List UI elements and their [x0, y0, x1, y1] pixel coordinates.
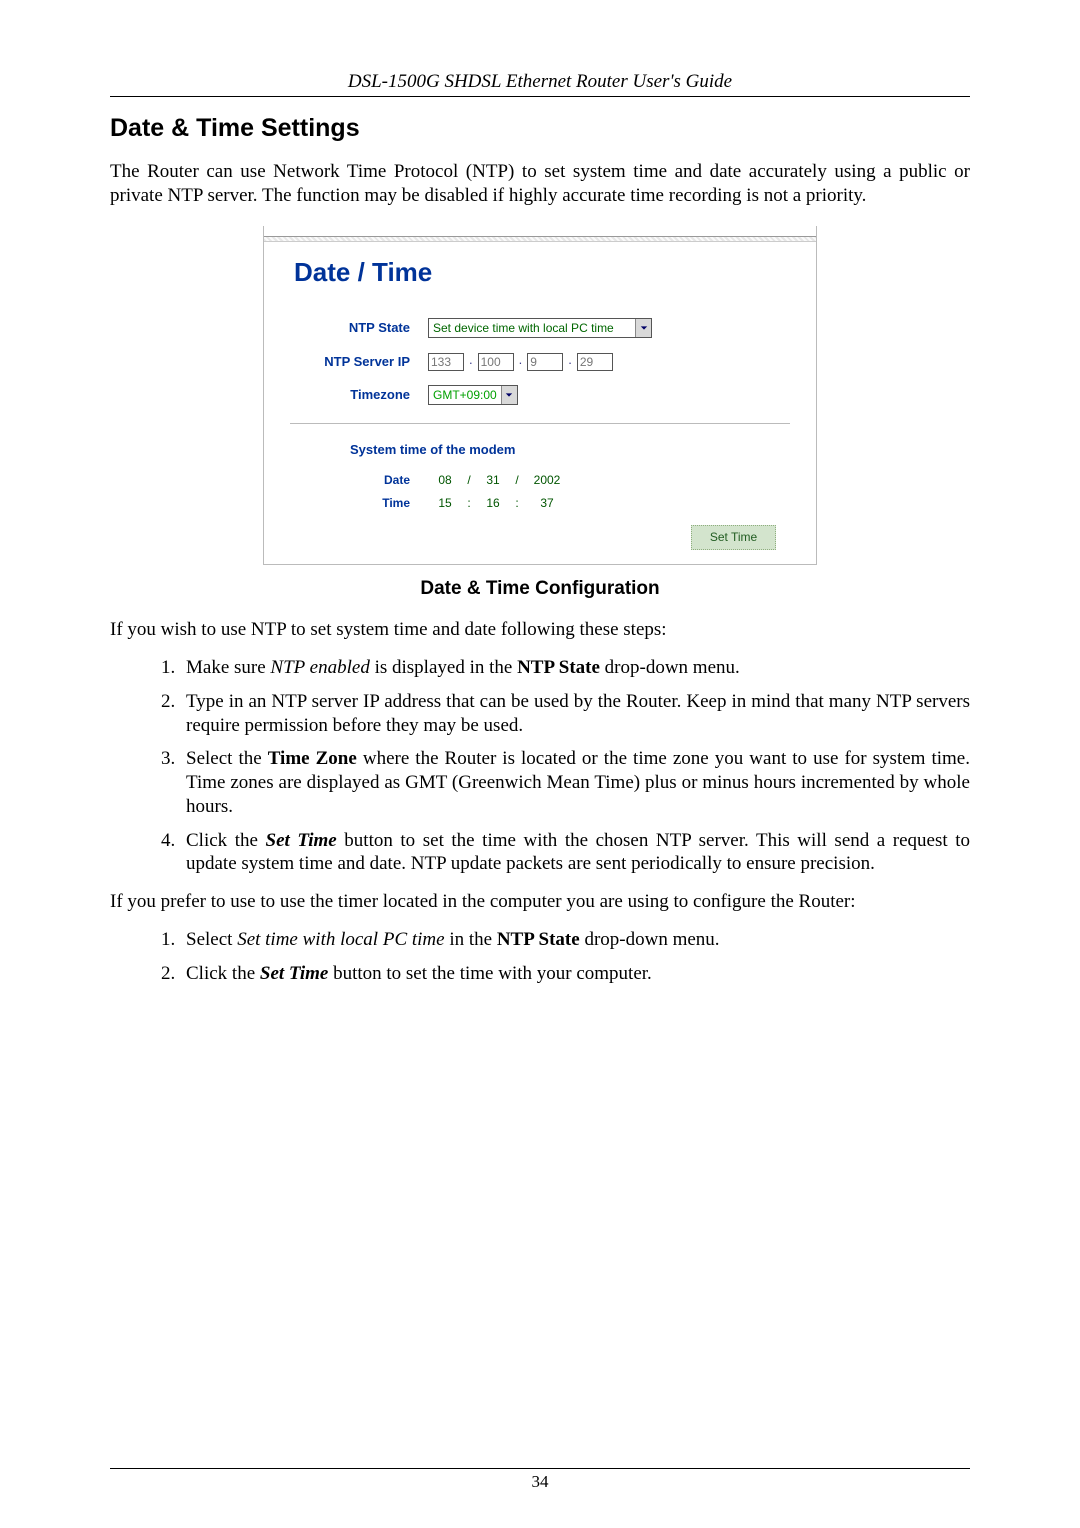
- set-time-button[interactable]: Set Time: [691, 525, 776, 550]
- ip-octet-4[interactable]: [577, 353, 613, 371]
- time-label: Time: [290, 496, 430, 511]
- chevron-down-icon: [635, 319, 651, 337]
- figure-container: Date / Time NTP State Set device time wi…: [110, 226, 970, 565]
- figure-caption: Date & Time Configuration: [110, 577, 970, 601]
- time-sec: 37: [526, 496, 568, 511]
- dot-sep: .: [567, 352, 573, 371]
- page-footer: 34: [110, 1468, 970, 1492]
- ip-octet-2[interactable]: [478, 353, 514, 371]
- system-time-row: Time 15 : 16 : 37: [290, 496, 790, 511]
- page-number: 34: [110, 1471, 970, 1492]
- ntp-steps-intro: If you wish to use NTP to set system tim…: [110, 618, 970, 642]
- chevron-down-icon: [501, 386, 517, 404]
- date-year: 2002: [526, 473, 568, 488]
- time-min: 16: [478, 496, 508, 511]
- section-title: Date & Time Settings: [110, 113, 970, 144]
- time-hour: 15: [430, 496, 460, 511]
- date-sep: /: [460, 473, 478, 488]
- timezone-select[interactable]: GMT+09:00: [428, 385, 518, 405]
- date-label: Date: [290, 473, 430, 488]
- ntp-server-ip-row: NTP Server IP . . .: [290, 352, 790, 371]
- ip-octet-1[interactable]: [428, 353, 464, 371]
- ntp-state-label: NTP State: [290, 320, 428, 336]
- timezone-selected-text: GMT+09:00: [429, 388, 501, 403]
- time-sep: :: [460, 496, 478, 511]
- time-sep: :: [508, 496, 526, 511]
- date-sep: /: [508, 473, 526, 488]
- figure-topbar: [264, 236, 816, 242]
- system-time-heading: System time of the modem: [290, 442, 790, 458]
- running-head: DSL-1500G SHDSL Ethernet Router User's G…: [110, 70, 970, 94]
- pc-steps-list: Select Set time with local PC time in th…: [110, 928, 970, 986]
- figure-separator: [290, 423, 790, 424]
- date-time-figure: Date / Time NTP State Set device time wi…: [263, 226, 817, 565]
- list-item: Make sure NTP enabled is displayed in th…: [180, 656, 970, 680]
- dot-sep: .: [468, 352, 474, 371]
- ntp-state-selected-text: Set device time with local PC time: [429, 321, 618, 336]
- list-item: Click the Set Time button to set the tim…: [180, 829, 970, 877]
- system-date-row: Date 08 / 31 / 2002: [290, 473, 790, 488]
- ntp-server-ip-label: NTP Server IP: [290, 354, 428, 370]
- pc-steps-intro: If you prefer to use to use the timer lo…: [110, 890, 970, 914]
- timezone-label: Timezone: [290, 387, 428, 403]
- ntp-steps-list: Make sure NTP enabled is displayed in th…: [110, 656, 970, 876]
- timezone-row: Timezone GMT+09:00: [290, 385, 790, 405]
- dot-sep: .: [518, 352, 524, 371]
- ip-octet-3[interactable]: [527, 353, 563, 371]
- footer-rule: [110, 1468, 970, 1469]
- date-day: 31: [478, 473, 508, 488]
- header-rule: [110, 96, 970, 97]
- date-month: 08: [430, 473, 460, 488]
- list-item: Select Set time with local PC time in th…: [180, 928, 970, 952]
- intro-paragraph: The Router can use Network Time Protocol…: [110, 160, 970, 208]
- ntp-state-select[interactable]: Set device time with local PC time: [428, 318, 652, 338]
- list-item: Type in an NTP server IP address that ca…: [180, 690, 970, 738]
- ntp-state-row: NTP State Set device time with local PC …: [290, 318, 790, 338]
- list-item: Click the Set Time button to set the tim…: [180, 962, 970, 986]
- list-item: Select the Time Zone where the Router is…: [180, 747, 970, 818]
- figure-title: Date / Time: [294, 256, 790, 289]
